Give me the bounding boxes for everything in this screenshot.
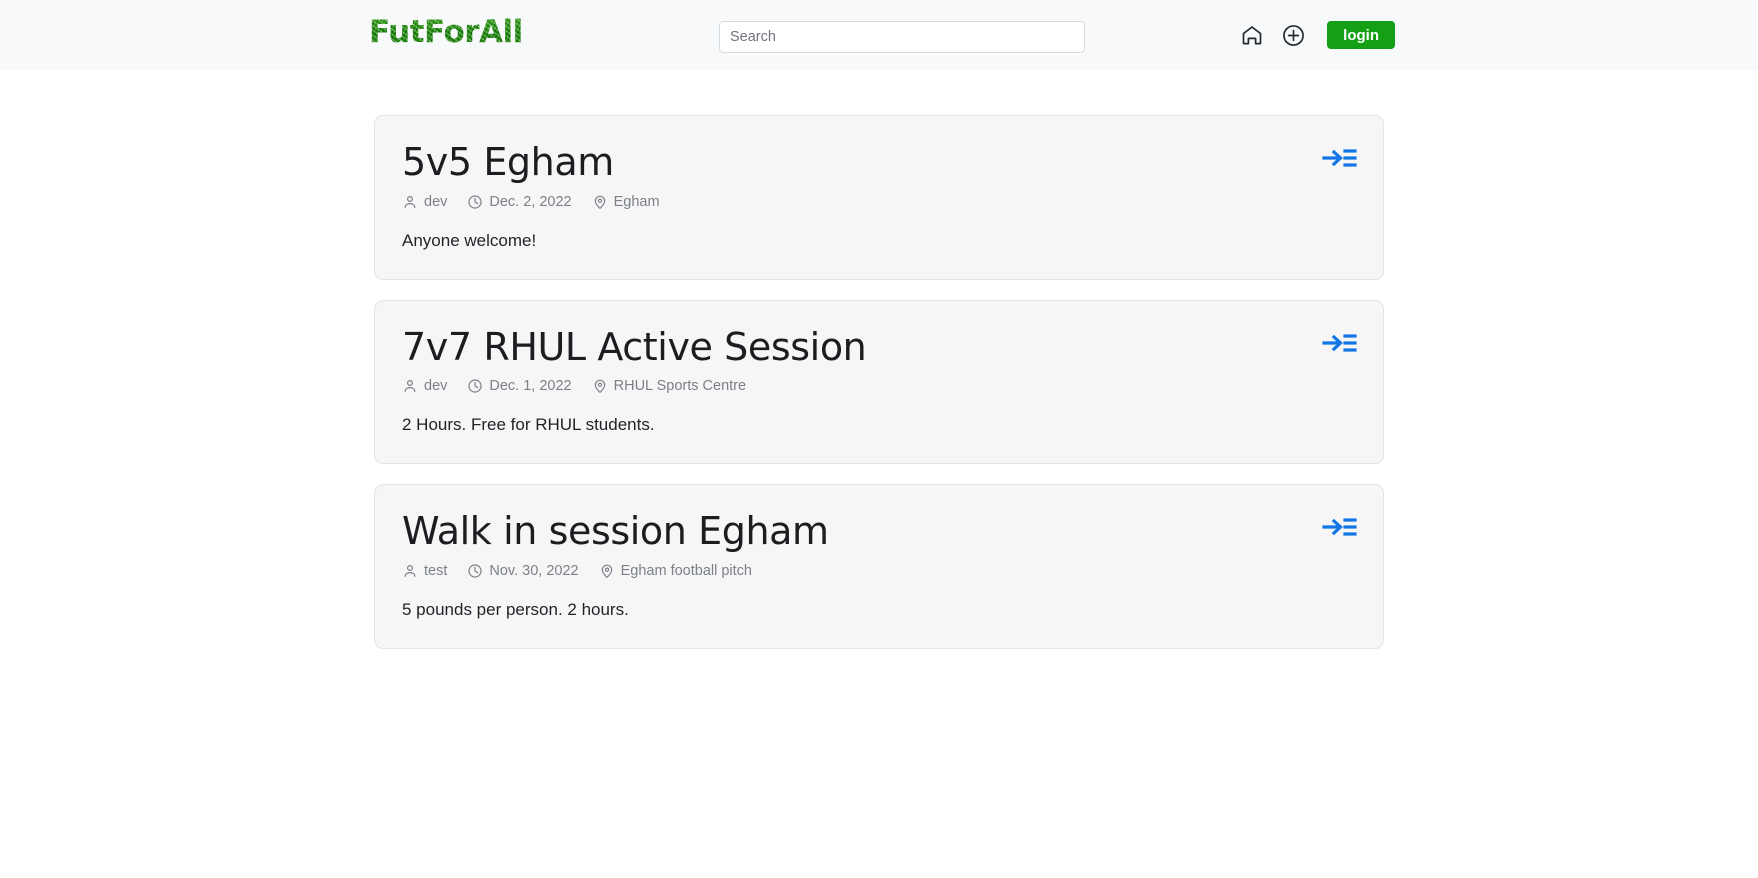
session-card[interactable]: Walk in session Egham test Nov. 30, 2022 (374, 484, 1384, 649)
session-meta: dev Dec. 1, 2022 RHUL Sports Centre (402, 378, 1356, 394)
plus-circle-icon[interactable] (1280, 22, 1306, 48)
session-title: Walk in session Egham (402, 509, 829, 554)
person-icon (404, 380, 416, 393)
session-author-label: dev (424, 193, 448, 210)
navbar-actions: login (1239, 0, 1395, 70)
session-location-label: RHUL Sports Centre (613, 378, 747, 395)
home-icon[interactable] (1239, 22, 1265, 48)
clock-icon (468, 379, 482, 393)
clock-icon (468, 564, 482, 578)
location-pin-icon (594, 379, 605, 394)
session-date: Dec. 1, 2022 (467, 378, 572, 395)
search-container (719, 21, 1085, 53)
enter-session-icon[interactable] (1321, 329, 1357, 357)
session-list: 5v5 Egham dev Dec. 2, 2022 Egham Anyone … (0, 70, 1758, 649)
session-description: Anyone welcome! (402, 230, 537, 250)
clock-icon (468, 194, 482, 209)
session-description: 2 Hours. Free for RHUL students. (402, 415, 655, 435)
person-icon (404, 564, 416, 577)
location-pin-icon (601, 564, 612, 578)
session-date: Dec. 2, 2022 (467, 193, 572, 210)
login-button[interactable]: login (1327, 21, 1395, 49)
session-date-label: Dec. 1, 2022 (489, 378, 572, 395)
person-icon (404, 195, 416, 208)
enter-session-icon[interactable] (1321, 144, 1357, 172)
session-author: dev (402, 378, 447, 394)
session-location-label: Egham (613, 193, 660, 210)
session-description: 5 pounds per person. 2 hours. (402, 599, 629, 619)
session-card[interactable]: 5v5 Egham dev Dec. 2, 2022 Egham Anyone … (374, 115, 1384, 280)
session-author: test (402, 563, 447, 579)
session-title: 5v5 Egham (402, 140, 614, 184)
location-pin-icon (594, 195, 605, 209)
session-author-label: test (424, 562, 448, 579)
enter-session-icon[interactable] (1321, 513, 1357, 541)
session-date-label: Dec. 2, 2022 (489, 193, 572, 210)
search-input[interactable] (719, 21, 1085, 53)
session-author-label: dev (424, 378, 448, 395)
brand-logo[interactable]: FutForAll (369, 17, 523, 48)
session-author: dev (402, 194, 447, 210)
session-location: RHUL Sports Centre (592, 378, 746, 394)
session-location: Egham football pitch (599, 563, 752, 579)
session-location-label: Egham football pitch (620, 562, 752, 579)
session-card[interactable]: 7v7 RHUL Active Session dev Dec. 1, 2022 (374, 299, 1384, 465)
session-meta: test Nov. 30, 2022 Egham football pitch (402, 563, 1356, 579)
session-date: Nov. 30, 2022 (467, 562, 579, 579)
session-title: 7v7 RHUL Active Session (402, 324, 867, 369)
top-navbar: FutForAll login (0, 0, 1758, 70)
session-date-label: Nov. 30, 2022 (489, 562, 579, 579)
session-meta: dev Dec. 2, 2022 Egham (402, 194, 1356, 210)
session-location: Egham (592, 194, 660, 210)
